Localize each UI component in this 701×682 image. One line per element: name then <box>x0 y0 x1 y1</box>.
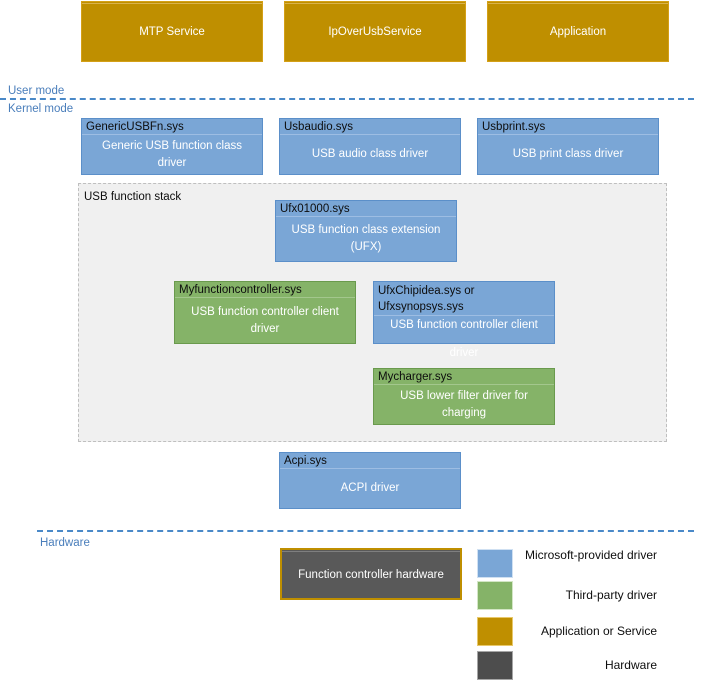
box-label: USB lower filter driver for charging <box>400 389 528 419</box>
box-usbprint[interactable]: Usbprint.sys USB print class driver <box>477 118 659 175</box>
legend-swatch-microsoft-driver <box>477 549 513 578</box>
box-label: USB function controller client <box>390 319 538 331</box>
box-header: UfxChipidea.sys or Ufxsynopsys.sys <box>378 285 475 313</box>
legend-swatch-third-party-driver <box>477 581 513 610</box>
box-usbaudio[interactable]: Usbaudio.sys USB audio class driver <box>279 118 461 175</box>
box-header: Usbaudio.sys <box>284 121 354 133</box>
box-myfunctioncontroller[interactable]: Myfunctioncontroller.sys USB function co… <box>174 281 356 344</box>
user-mode-label: User mode <box>8 85 65 97</box>
box-function-controller-hardware[interactable]: Function controller hardware <box>280 548 462 600</box>
legend-label-microsoft-driver: Microsoft-provided driver <box>524 548 657 562</box>
kernel-mode-label: Kernel mode <box>8 103 74 115</box>
diagram-canvas: MTP Service IpOverUsbService Application… <box>0 0 701 682</box>
box-label: Function controller hardware <box>298 568 444 581</box>
box-label: IpOverUsbService <box>328 26 422 38</box>
hardware-divider <box>37 530 694 532</box>
legend-label-application-or-service: Application or Service <box>540 624 657 638</box>
box-application[interactable]: Application <box>487 1 669 62</box>
box-ufxchipidea[interactable]: UfxChipidea.sys or Ufxsynopsys.sys USB f… <box>373 281 555 344</box>
box-label: MTP Service <box>139 26 205 38</box>
box-header: Usbprint.sys <box>482 121 546 133</box>
box-header: Myfunctioncontroller.sys <box>179 284 302 296</box>
legend-label-third-party-driver: Third-party driver <box>565 588 657 602</box>
box-ufx01000[interactable]: Ufx01000.sys USB function class extensio… <box>275 200 457 262</box>
box-acpi[interactable]: Acpi.sys ACPI driver <box>279 452 461 509</box>
user-kernel-divider <box>0 98 694 100</box>
box-label: USB print class driver <box>512 148 624 160</box>
hardware-label: Hardware <box>40 537 90 549</box>
box-label: USB function controller client driver <box>191 305 339 335</box>
box-mycharger[interactable]: Mycharger.sys USB lower filter driver fo… <box>373 368 555 425</box>
box-label: Generic USB function class driver <box>102 139 242 169</box>
box-label: ACPI driver <box>340 482 400 494</box>
usb-function-stack-label: USB function stack <box>84 191 182 203</box>
box-ipoverusbservice[interactable]: IpOverUsbService <box>284 1 466 62</box>
box-label: USB function class extension (UFX) <box>291 224 441 253</box>
box-label: USB audio class driver <box>311 148 429 160</box>
box-header: GenericUSBFn.sys <box>86 121 184 133</box>
box-label: Application <box>549 26 607 38</box>
box-header: Ufx01000.sys <box>280 203 350 215</box>
legend-label-hardware: Hardware <box>604 658 657 672</box>
legend-swatch-hardware <box>477 651 513 680</box>
box-header: Mycharger.sys <box>378 371 453 383</box>
box-header: Acpi.sys <box>284 455 327 467</box>
legend-swatch-application-or-service <box>477 617 513 646</box>
box-genericusbfn[interactable]: GenericUSBFn.sys Generic USB function cl… <box>81 118 263 175</box>
box-ufxchipidea-overflow-label: driver <box>449 347 479 359</box>
box-mtp-service[interactable]: MTP Service <box>81 1 263 62</box>
